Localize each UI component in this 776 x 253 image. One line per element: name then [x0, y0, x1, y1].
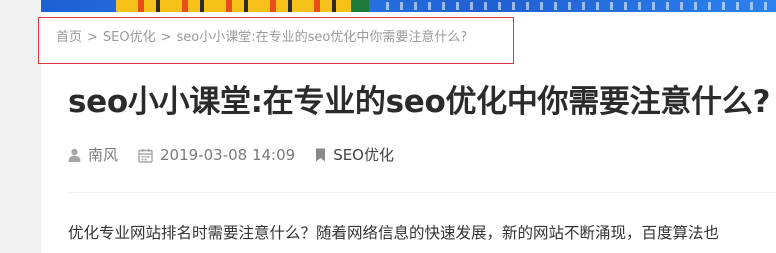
author-name[interactable]: 南风 [88, 143, 118, 167]
bookmark-icon [316, 148, 326, 162]
banner-art [116, 0, 356, 12]
calendar-icon [138, 148, 153, 163]
article-meta: 南风 2019-03-08 14:09 SEO优化 [68, 143, 414, 167]
banner-pattern [386, 2, 776, 10]
category-link[interactable]: SEO优化 [333, 143, 394, 167]
highlight-box [38, 17, 514, 64]
user-icon [68, 148, 81, 162]
meta-date: 2019-03-08 14:09 [138, 143, 295, 167]
meta-author: 南风 [68, 143, 118, 167]
publish-date: 2019-03-08 14:09 [160, 146, 296, 164]
article-title: seo小小课堂:在专业的seo优化中你需要注意什么? [68, 84, 771, 120]
article-excerpt: 优化专业网站排名时需要注意什么？随着网络信息的快速发展，新的网站不断涌现，百度算… [68, 224, 720, 242]
banner-art-accent [351, 0, 369, 12]
top-banner [0, 0, 776, 12]
banner-ad-image[interactable] [41, 0, 776, 12]
meta-divider [68, 192, 776, 193]
meta-category: SEO优化 [315, 143, 394, 167]
